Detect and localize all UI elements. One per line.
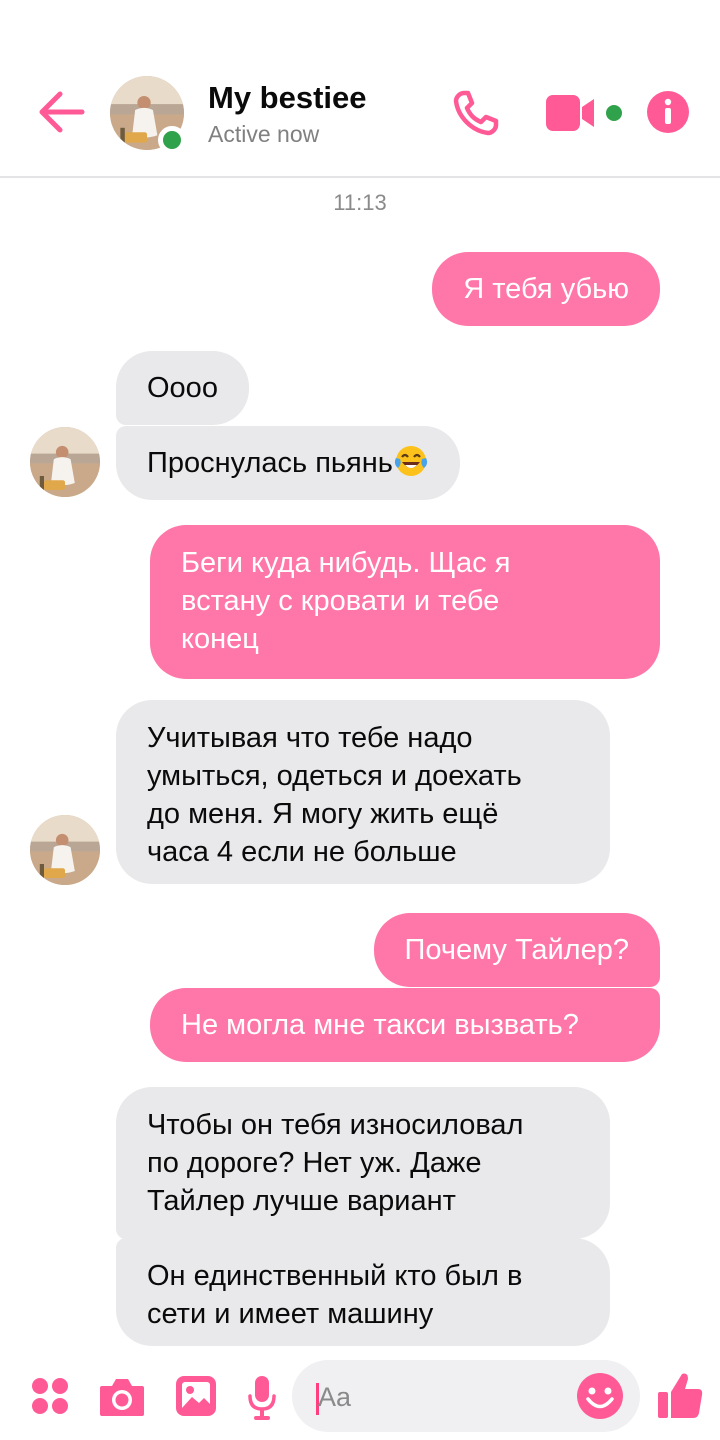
message-timestamp: 11:13 <box>333 190 387 215</box>
microphone-icon[interactable] <box>246 1374 278 1422</box>
video-call-icon[interactable] <box>544 93 626 133</box>
contact-name[interactable]: My bestiee <box>208 80 367 116</box>
message-line: часа 4 если не больше <box>147 836 457 868</box>
thumbs-up-icon[interactable] <box>656 1370 704 1420</box>
message-line: Беги куда нибудь. Щас я <box>181 547 511 579</box>
outgoing-message[interactable]: Не могла мне такси вызвать? <box>150 988 660 1062</box>
contact-avatar-small[interactable] <box>30 815 100 885</box>
message-line: сети и имеет машину <box>147 1298 434 1330</box>
message-text: Оооо <box>147 372 218 404</box>
outgoing-message[interactable]: Почему Тайлер? <box>373 913 660 987</box>
message-line: встану с кровати и тебе <box>181 585 500 617</box>
incoming-message[interactable]: Он единственный кто был в сети и имеет м… <box>116 1238 610 1346</box>
gallery-icon[interactable] <box>174 1374 218 1418</box>
message-composer: Aa <box>0 1350 720 1440</box>
message-line: конец <box>181 623 259 655</box>
message-line: умыться, одеться и доехать <box>147 760 522 792</box>
outgoing-message[interactable]: Беги куда нибудь. Щас я встану с кровати… <box>150 525 660 679</box>
chat-header: My bestiee Active now <box>0 0 720 178</box>
message-text: Проснулась пьянь <box>147 447 393 479</box>
incoming-message[interactable]: Проснулась пьянь <box>116 426 460 500</box>
outgoing-message[interactable]: Я тебя убью <box>432 252 660 326</box>
incoming-message[interactable]: Оооо <box>116 351 249 425</box>
incoming-message[interactable]: Чтобы он тебя износиловал по дороге? Нет… <box>116 1087 610 1239</box>
apps-icon[interactable] <box>30 1376 70 1416</box>
emoji-icon[interactable] <box>576 1372 624 1420</box>
message-line: Чтобы он тебя износиловал <box>147 1109 524 1141</box>
back-arrow-icon[interactable] <box>36 88 88 136</box>
contact-status: Active now <box>208 121 320 147</box>
contact-avatar-small[interactable] <box>30 427 100 497</box>
phone-icon[interactable] <box>450 87 502 139</box>
message-text: Я тебя убью <box>463 273 629 305</box>
message-text: Не могла мне такси вызвать? <box>181 1009 579 1041</box>
camera-icon[interactable] <box>98 1376 146 1418</box>
online-indicator <box>158 126 186 154</box>
message-text: Почему Тайлер? <box>404 934 629 966</box>
message-line: по дороге? Нет уж. Даже <box>147 1147 482 1179</box>
message-line: Он единственный кто был в <box>147 1260 523 1292</box>
info-icon[interactable] <box>646 90 690 134</box>
message-input-placeholder: Aa <box>318 1382 352 1412</box>
face-with-tears-of-joy-icon <box>393 444 429 478</box>
message-line: до меня. Я могу жить ещё <box>147 798 499 830</box>
message-line: Учитывая что тебе надо <box>147 722 473 754</box>
message-input[interactable]: Aa <box>292 1360 640 1432</box>
message-line: Тайлер лучше вариант <box>147 1185 456 1217</box>
incoming-message[interactable]: Учитывая что тебе надо умыться, одеться … <box>116 700 610 884</box>
